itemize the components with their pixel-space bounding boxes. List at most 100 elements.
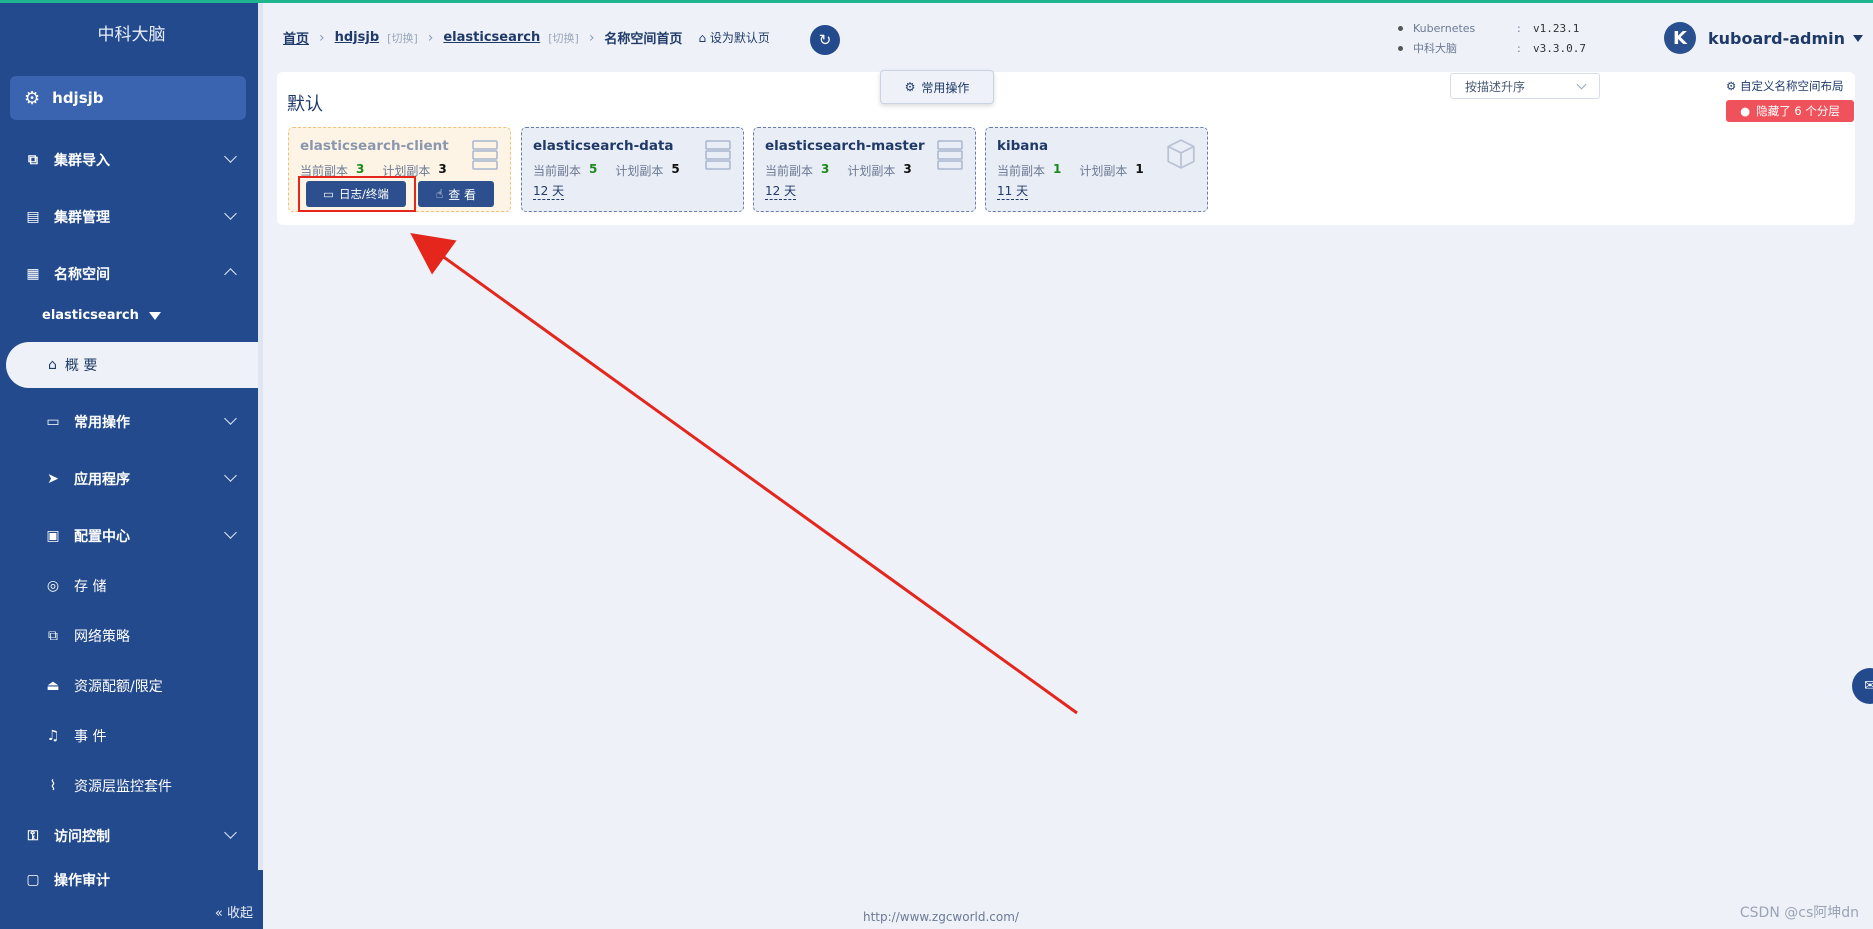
bell-icon: ♫ [46,728,60,744]
sidebar-item-label: 集群导入 [54,153,110,169]
chat-icon: ✉ [1864,678,1873,694]
refresh-button[interactable]: ↻ [810,25,840,55]
hidden-layers-badge[interactable]: ● 隐藏了 6 个分层 [1726,100,1854,122]
set-default-link[interactable]: ⌂ 设为默认页 [698,29,769,46]
replica-stats: 当前副本 1 计划副本 1 [997,162,1144,179]
breadcrumb-home[interactable]: 首页 [283,28,309,47]
view-label: 查 看 [448,187,477,202]
sidebar-item-access-control[interactable]: ⚿ 访问控制 [0,816,263,856]
sidebar-item-common-ops[interactable]: ▭ 常用操作 [0,402,263,442]
planned-replicas: 1 [1135,162,1144,176]
chevron-down-icon [1576,79,1587,90]
sidebar-item-monitoring[interactable]: ⌇ 资源层监控套件 [0,766,263,806]
chevron-right-icon: › [588,29,595,46]
chat-button[interactable]: ✉ [1852,668,1873,704]
sidebar-scrollbar[interactable] [258,0,263,870]
network-icon: ⧉ [48,628,58,644]
home-icon: ⌂ [48,357,57,373]
version-value: v3.3.0.7 [1533,41,1586,55]
cluster-selector[interactable]: ⚙ hdjsjb [10,76,246,120]
sort-select[interactable]: 按描述升序 [1450,73,1600,99]
common-ops-label: 常用操作 [921,80,970,95]
workload-name: elasticsearch-client [300,138,449,154]
view-button[interactable]: ☝ 查 看 [418,181,494,207]
sidebar-item-storage[interactable]: ◎ 存 储 [0,566,263,606]
audit-icon: ▢ [26,872,40,888]
workload-age: 12 天 [533,184,565,200]
chevron-down-icon [224,207,237,220]
chevron-down-icon [224,826,237,839]
workload-card-kibana[interactable]: kibana 当前副本 1 计划副本 1 11 天 [985,127,1208,212]
sidebar-item-label: 概 要 [64,358,98,374]
sidebar-item-label: 应用程序 [74,472,130,488]
user-menu[interactable]: K kuboard-admin [1664,22,1864,54]
collapse-label: 收起 [226,906,253,921]
sidebar-item-overview[interactable]: ⌂ 概 要 [6,342,263,388]
workload-age: 11 天 [997,184,1029,200]
collapse-button[interactable]: « 收起 [215,902,253,921]
sidebar-item-quota[interactable]: ⏏ 资源配额/限定 [0,666,263,706]
top-accent-line [0,0,1873,3]
sidebar-title: 中科大脑 [97,25,166,45]
bullet-icon [1398,45,1403,51]
current-replicas: 3 [821,162,830,176]
sidebar-item-config-center[interactable]: ▣ 配置中心 [0,516,263,556]
replica-stats: 当前副本 3 计划副本 3 [765,162,912,179]
version-info: Kubernetes : v1.23.1 中科大脑 : v3.3.0.7 [1398,18,1586,58]
alert-icon: ● [1740,104,1751,118]
hidden-layers-label: 隐藏了 6 个分层 [1756,104,1840,118]
namespace-name: elasticsearch [42,308,139,323]
footer-url: http://www.zgcworld.com/ [863,910,1019,924]
sidebar-item-label: 资源配额/限定 [74,679,163,695]
sidebar-item-cluster-import[interactable]: ⧉ 集群导入 [0,140,263,180]
cube-icon [1167,139,1195,169]
current-replicas-label: 当前副本 [533,164,582,178]
chevron-right-icon: › [319,29,325,46]
caret-down-icon [1853,34,1864,42]
sidebar-item-events[interactable]: ♫ 事 件 [0,716,263,756]
sidebar-item-cluster-manage[interactable]: ▤ 集群管理 [0,197,263,237]
workload-age: 12 天 [765,184,797,200]
watermark: CSDN @cs阿坤dn [1739,905,1859,921]
chevron-down-icon [224,469,237,482]
chevron-down-icon [224,412,237,425]
hand-icon: ☝ [435,187,444,201]
set-default-label: 设为默认页 [709,31,770,45]
breadcrumb-cluster[interactable]: hdjsjb [335,30,380,45]
sidebar-item-network-policy[interactable]: ⧉ 网络策略 [0,616,263,656]
workload-name: elasticsearch-data [533,138,674,154]
current-replicas-label: 当前副本 [997,164,1046,178]
workload-card-elasticsearch-master[interactable]: elasticsearch-master 当前副本 3 计划副本 3 12 天 [753,127,976,212]
refresh-icon: ↻ [818,31,832,49]
home-icon: ⌂ [698,31,710,45]
breadcrumb: 首页 › hdjsjb [切换] › elasticsearch [切换] › … [283,28,770,48]
sidebar-item-audit[interactable]: ▢ 操作审计 [0,870,263,890]
sidebar-item-label: 资源层监控套件 [74,779,172,795]
breadcrumb-switch-cluster[interactable]: [切换] [387,30,418,46]
sidebar-item-label: 网络策略 [74,629,130,645]
server-icon [472,140,498,170]
sidebar-item-label: 事 件 [74,729,107,745]
server-icon: ▤ [26,209,40,225]
sidebar-item-label: 名称空间 [54,267,110,283]
sidebar-item-namespace[interactable]: ▦ 名称空间 [0,254,263,294]
chevron-right-icon: › [427,29,434,46]
namespace-selector[interactable]: elasticsearch [42,308,161,323]
common-ops-button[interactable]: ⚙ 常用操作 [880,70,994,104]
bullet-icon [1398,25,1403,31]
grid-icon: ▦ [26,266,40,282]
workload-card-elasticsearch-data[interactable]: elasticsearch-data 当前副本 5 计划副本 5 12 天 [521,127,744,212]
planned-replicas-label: 计划副本 [1079,164,1128,178]
folder-icon: ▭ [46,414,60,430]
version-row: 中科大脑 : v3.3.0.7 [1398,38,1586,58]
breadcrumb-namespace[interactable]: elasticsearch [443,30,540,45]
paperclip-icon: ⌇ [49,778,57,794]
custom-layout-link[interactable]: ⚙ 自定义名称空间布局 [1726,78,1843,94]
planned-replicas: 3 [903,162,912,176]
breadcrumb-current: 名称空间首页 [604,32,683,47]
version-row: Kubernetes : v1.23.1 [1398,18,1586,38]
sidebar-item-applications[interactable]: ➤ 应用程序 [0,459,263,499]
sidebar-item-label: 操作审计 [54,873,110,889]
breadcrumb-switch-namespace[interactable]: [切换] [548,30,579,46]
gear-icon: ⚙ [24,87,41,109]
